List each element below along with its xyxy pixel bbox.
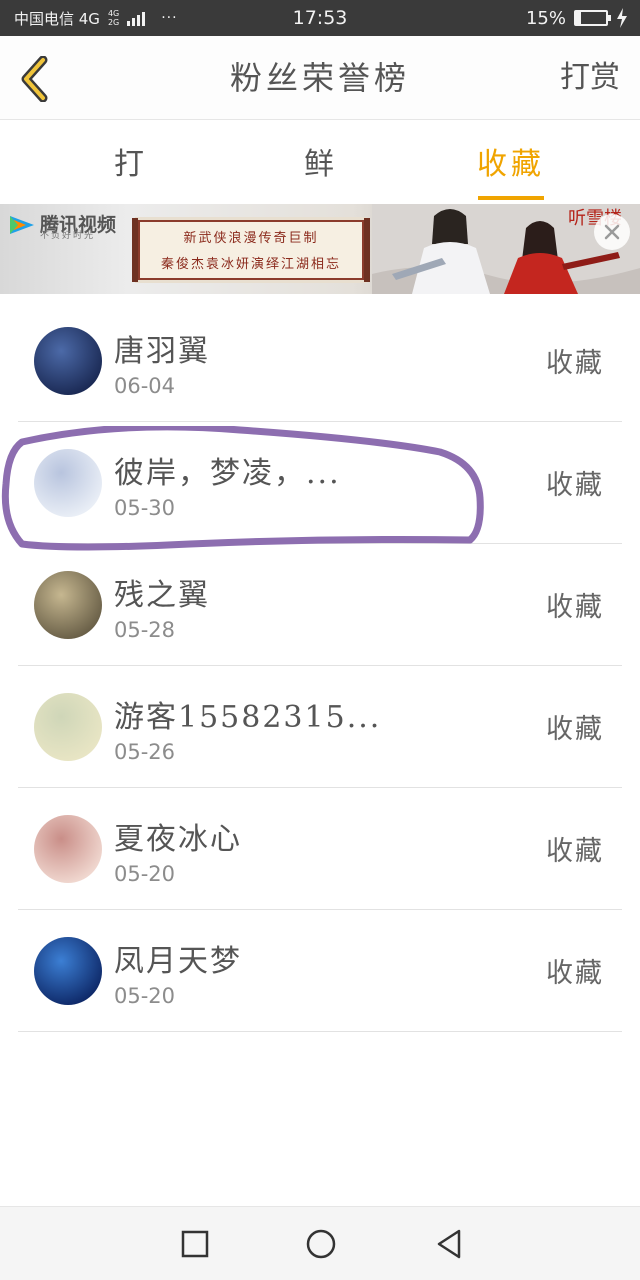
- fan-name: 凤月天梦: [114, 944, 242, 979]
- carrier-label: 中国电信 4G: [14, 9, 100, 28]
- fan-date: 05-30: [114, 496, 176, 520]
- reward-button[interactable]: 打赏: [560, 36, 620, 120]
- chevron-left-icon: [21, 56, 48, 102]
- list-item[interactable]: 残之翼 05-28 收藏: [18, 544, 622, 666]
- app-header: 粉丝荣誉榜 打赏: [0, 36, 640, 120]
- active-tab-indicator: [478, 196, 544, 200]
- fan-date: 05-28: [114, 618, 176, 642]
- contribution-type: 收藏: [546, 958, 604, 989]
- list-item[interactable]: 彼岸，梦凌，... 05-30 收藏: [18, 422, 622, 544]
- battery-icon: [574, 10, 611, 26]
- fan-name: 夏夜冰心: [114, 822, 242, 857]
- list-item[interactable]: 唐羽翼 06-04 收藏: [18, 300, 622, 422]
- tab-bar: 打赏 鲜花 收藏: [0, 120, 640, 272]
- system-back-button[interactable]: [430, 1225, 468, 1263]
- avatar[interactable]: [34, 449, 102, 517]
- banner-scroll: 新武侠浪漫传奇巨制 秦俊杰袁冰妍演绎江湖相忘: [132, 218, 370, 282]
- fan-name: 唐羽翼: [114, 334, 210, 369]
- fan-date: 05-20: [114, 984, 176, 1008]
- network-top-label: 4G: [107, 9, 120, 18]
- avatar[interactable]: [34, 937, 102, 1005]
- tab-favorites[interactable]: 收藏: [474, 120, 548, 204]
- tencent-video-slogan: 不负好时光: [40, 231, 96, 241]
- list-item[interactable]: 凤月天梦 05-20 收藏: [18, 910, 622, 1032]
- fan-date: 05-20: [114, 862, 176, 886]
- status-bar: 中国电信 4G 4G 2G ··· 17:53 15%: [0, 0, 640, 36]
- contribution-type: 收藏: [546, 348, 604, 379]
- list-item[interactable]: 游客15582315... 05-26 收藏: [18, 666, 622, 788]
- tab-favorites-label: 收藏: [477, 147, 545, 182]
- recent-apps-button[interactable]: [176, 1225, 214, 1263]
- tencent-video-logo-icon: [10, 216, 34, 234]
- home-button[interactable]: [302, 1225, 340, 1263]
- charging-icon: [617, 8, 627, 28]
- fan-date: 06-04: [114, 374, 176, 398]
- battery-percent: 15%: [525, 7, 566, 29]
- banner-close-button[interactable]: [594, 214, 630, 250]
- system-nav-bar: [0, 1206, 640, 1280]
- status-left: 中国电信 4G 4G 2G ···: [14, 0, 178, 36]
- status-right: 15%: [526, 0, 628, 36]
- network-bottom-label: 2G: [107, 18, 120, 27]
- fan-name: 游客15582315...: [114, 700, 382, 735]
- fan-name: 残之翼: [114, 578, 210, 613]
- circle-icon: [306, 1229, 336, 1259]
- fan-name: 彼岸，梦凌，...: [114, 456, 341, 491]
- avatar[interactable]: [34, 815, 102, 883]
- contribution-type: 收藏: [546, 836, 604, 867]
- avatar[interactable]: [34, 327, 102, 395]
- fan-date: 05-26: [114, 740, 176, 764]
- contribution-type: 收藏: [546, 592, 604, 623]
- avatar[interactable]: [34, 571, 102, 639]
- square-icon: [181, 1230, 209, 1258]
- banner-ad[interactable]: 腾讯视频 不负好时光 新武侠浪漫传奇巨制 秦俊杰袁冰妍演绎江湖相忘 听雪楼: [0, 204, 640, 294]
- page-title: 粉丝荣誉榜: [229, 59, 410, 97]
- banner-line-2: 秦俊杰袁冰妍演绎江湖相忘: [160, 257, 341, 272]
- tab-flowers[interactable]: 鲜花: [288, 120, 354, 272]
- more-notifications-icon: ···: [161, 10, 178, 26]
- contribution-type: 收藏: [546, 714, 604, 745]
- fan-list: 唐羽翼 06-04 收藏 彼岸，梦凌，... 05-30 收藏 残之翼 05-2…: [18, 300, 622, 1032]
- network-type-icon: 4G 2G: [108, 9, 119, 27]
- avatar[interactable]: [34, 693, 102, 761]
- banner-line-1: 新武侠浪漫传奇巨制: [183, 231, 319, 246]
- tab-reward[interactable]: 打赏: [98, 120, 164, 272]
- close-icon: [604, 224, 620, 240]
- back-button[interactable]: [14, 56, 54, 102]
- list-item[interactable]: 夏夜冰心 05-20 收藏: [18, 788, 622, 910]
- contribution-type: 收藏: [546, 470, 604, 501]
- signal-icon: [127, 10, 146, 26]
- triangle-back-icon: [437, 1229, 461, 1259]
